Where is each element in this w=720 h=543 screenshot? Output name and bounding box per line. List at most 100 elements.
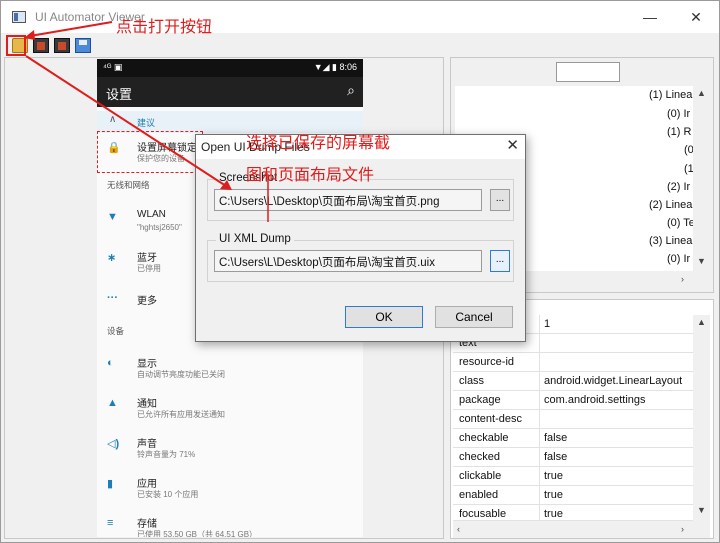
title-bar: UI Automator Viewer — ✕ [1, 1, 719, 33]
tree-node[interactable]: (2) Ir [667, 181, 690, 193]
tree-vertical-scrollbar[interactable]: ▲ ▼ [693, 86, 710, 271]
xml-dump-browse-button[interactable]: ... [490, 250, 510, 272]
screenshot-group: Screenshot C:\Users\L\Desktop\页面布局\淘宝首页.… [207, 172, 514, 221]
device-screenshot-icon[interactable] [33, 38, 49, 53]
column-divider [539, 505, 540, 520]
section-header-device: 设备 [107, 326, 125, 336]
property-key: clickable [459, 470, 502, 482]
column-divider [539, 448, 540, 467]
tree-node[interactable]: (0) Te [667, 217, 695, 229]
annotation-select-files-1: 选择已保存的屏幕截 [246, 135, 391, 152]
property-value: false [544, 432, 568, 444]
phone-item-subtitle: 已停用 [137, 264, 161, 273]
property-value: false [544, 451, 568, 463]
property-key: content-desc [459, 413, 522, 425]
annotation-select-files-2: 图和页面布局文件 [246, 167, 375, 184]
tree-node[interactable]: (1) Linea [649, 89, 692, 101]
section-header-wireless: 无线和网络 [107, 180, 150, 190]
column-divider [539, 353, 540, 372]
brightness-icon: ◐ [107, 357, 114, 369]
maximize-button[interactable] [631, 1, 677, 33]
properties-vertical-scrollbar[interactable]: ▲ ▼ [693, 315, 710, 521]
property-row[interactable]: content-desc [453, 410, 693, 429]
xml-dump-path-input[interactable]: C:\Users\L\Desktop\页面布局\淘宝首页.uix [214, 250, 482, 272]
phone-item-title: 更多 [137, 296, 157, 307]
phone-item-title: 存储 [137, 519, 157, 530]
tree-node[interactable]: (3) Linea [649, 235, 692, 247]
column-divider [539, 429, 540, 448]
property-row[interactable]: enabled true [453, 486, 693, 505]
volume-icon: ◁) [107, 438, 120, 450]
open-button-highlight [6, 35, 26, 56]
ok-button[interactable]: OK [345, 306, 423, 328]
scroll-right-icon[interactable]: › [681, 524, 684, 534]
xml-dump-group: UI XML Dump C:\Users\L\Desktop\页面布局\淘宝首页… [207, 233, 514, 282]
phone-app-title: 设置 [106, 87, 133, 102]
scroll-down-icon[interactable]: ▼ [697, 505, 706, 515]
save-icon[interactable] [75, 38, 91, 53]
property-key: package [459, 394, 501, 406]
phone-item-subtitle: 已安装 10 个应用 [137, 490, 199, 499]
phone-item-title: 声音 [137, 439, 157, 450]
property-row[interactable]: checkable false [453, 429, 693, 448]
tree-search-input[interactable] [556, 62, 620, 82]
property-key: focusable [459, 508, 507, 520]
property-value: true [544, 470, 563, 482]
phone-item-subtitle: 已允许所有应用发送通知 [137, 410, 225, 419]
scroll-down-icon[interactable]: ▼ [697, 256, 706, 266]
chevron-up-icon: ∧ [109, 114, 117, 125]
property-row[interactable]: class android.widget.LinearLayout [453, 372, 693, 391]
column-divider [539, 391, 540, 410]
property-key: enabled [459, 489, 499, 501]
toolbar [1, 33, 719, 57]
scroll-up-icon[interactable]: ▲ [697, 317, 706, 327]
device-screenshot-compressed-icon[interactable] [54, 38, 70, 53]
property-row[interactable]: package com.android.settings [453, 391, 693, 410]
app-icon [12, 11, 26, 23]
dialog-close-button[interactable]: ✕ [506, 136, 519, 154]
phone-item-title: WLAN [137, 209, 166, 220]
property-row[interactable]: resource-id [453, 353, 693, 372]
phone-item-title: 显示 [137, 359, 157, 370]
cancel-button[interactable]: Cancel [435, 306, 513, 328]
property-value: 1 [544, 318, 551, 330]
screenshot-browse-button[interactable]: ... [490, 189, 510, 211]
phone-status-right: ▼◢ ▮ 8:06 [313, 62, 357, 72]
bluetooth-icon: ∗ [107, 252, 117, 264]
property-row[interactable]: checked false [453, 448, 693, 467]
phone-app-bar: 设置 ⌕ [97, 77, 363, 107]
close-button[interactable]: ✕ [673, 1, 719, 33]
property-row[interactable]: clickable true [453, 467, 693, 486]
phone-item-subtitle: 已使用 53.50 GB（共 64.51 GB） [137, 530, 258, 537]
property-key: class [459, 375, 485, 387]
tree-node[interactable]: (2) Linea [649, 199, 692, 211]
phone-item-title: 应用 [137, 479, 157, 490]
phone-item-subtitle: 自动调节亮度功能已关闭 [137, 370, 225, 379]
scroll-left-icon[interactable]: ‹ [457, 524, 460, 534]
bell-icon: ▲ [107, 397, 118, 409]
annotation-click-open: 点击打开按钮 [116, 19, 213, 36]
storage-icon: ≡ [107, 517, 114, 529]
property-value: true [544, 489, 563, 501]
property-value: com.android.settings [544, 394, 646, 406]
property-row[interactable]: focusable true [453, 505, 693, 521]
properties-horizontal-scrollbar[interactable]: ‹ › [453, 521, 710, 538]
scroll-right-icon[interactable]: › [681, 274, 684, 284]
column-divider [539, 410, 540, 429]
selected-node-outline [97, 131, 203, 173]
phone-item-subtitle: 铃声音量为 71% [137, 450, 196, 459]
column-divider [539, 315, 540, 334]
column-divider [539, 467, 540, 486]
suggest-label: 建议 [137, 118, 156, 128]
scroll-up-icon[interactable]: ▲ [697, 88, 706, 98]
phone-item-title: 蓝牙 [137, 253, 157, 264]
tree-node[interactable]: (1) R [667, 126, 691, 138]
phone-search-icon: ⌕ [347, 82, 355, 98]
property-value: android.widget.LinearLayout [544, 375, 683, 387]
tree-node[interactable]: (0) Ir [667, 108, 690, 120]
wifi-icon: ▼ [107, 211, 118, 223]
screenshot-path-input[interactable]: C:\Users\L\Desktop\页面布局\淘宝首页.png [214, 189, 482, 211]
column-divider [539, 486, 540, 505]
tree-node[interactable]: (0) Ir [667, 253, 690, 265]
column-divider [539, 334, 540, 353]
